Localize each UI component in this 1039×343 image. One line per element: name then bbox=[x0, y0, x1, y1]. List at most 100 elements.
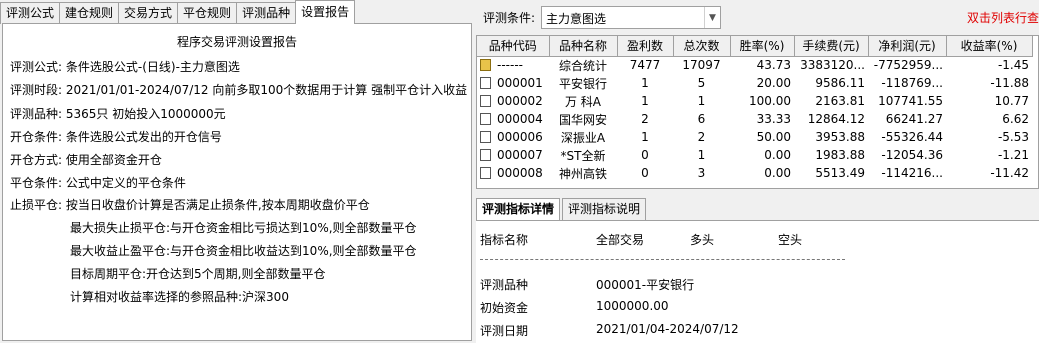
cell-code-text: 000002 bbox=[497, 94, 543, 108]
cell-profit-text: -12054.36 bbox=[881, 148, 943, 162]
cell-win-rate-text: 43.73 bbox=[756, 58, 791, 73]
row-checkbox-icon bbox=[480, 95, 491, 107]
report-line-target-period: 目标周期平仓:开仓达到5个周期,则全部数量平仓 bbox=[70, 267, 326, 281]
cell-fee-text: 9586.11 bbox=[815, 76, 865, 90]
tab-formula[interactable]: 评测公式 bbox=[0, 2, 61, 24]
cell-profit: -118769... bbox=[868, 74, 946, 92]
results-table[interactable]: 品种代码 品种名称 盈利数 总次数 胜率(%) 手续费(元) 净利润(元) 收益… bbox=[476, 35, 1039, 189]
cell-fee: 12864.12 bbox=[794, 110, 868, 128]
app-window: 评测公式 建仓规则 交易方式 平仓规则 评测品种 设置报告 程序交易评测设置报告… bbox=[0, 0, 1039, 343]
cell-win-rate-text: 33.33 bbox=[756, 112, 791, 126]
results-pane: 评测条件: 主力意图选 ▼ 双击列表行查 品种代码 品种名称 盈利数 总次数 胜… bbox=[476, 0, 1039, 343]
date-label: 评测日期 bbox=[480, 324, 529, 338]
cell-wins: 1 bbox=[617, 128, 673, 146]
condition-label: 评测条件: bbox=[483, 11, 536, 25]
cell-profit-text: 66241.27 bbox=[885, 112, 943, 126]
cell-total-text: 3 bbox=[697, 166, 706, 180]
cell-fee: 1983.88 bbox=[794, 146, 868, 164]
tab-varieties[interactable]: 评测品种 bbox=[236, 2, 297, 24]
settings-report: 程序交易评测设置报告 评测公式: 条件选股公式-(日线)-主力意图选 评测时段:… bbox=[2, 23, 472, 341]
table-row[interactable]: 000002 万 科A 1 1 100.00 2163.81 107741.55 10.77 bbox=[477, 92, 1032, 110]
cell-return: 6.62 bbox=[946, 110, 1032, 128]
period-value: 2021/01/01-2024/07/12 向前多取100个数据用于计算 强制平… bbox=[65, 83, 468, 97]
summary-folder-icon bbox=[480, 59, 491, 72]
tab-metric-details[interactable]: 评测指标详情 bbox=[476, 198, 561, 220]
cell-code-text: 000008 bbox=[497, 166, 543, 180]
cell-total-text: 17097 bbox=[682, 58, 721, 73]
cell-wins-text: 1 bbox=[641, 130, 649, 144]
cell-return-text: -5.53 bbox=[997, 130, 1029, 144]
cell-total: 1 bbox=[673, 146, 730, 164]
cell-total: 1 bbox=[673, 92, 730, 110]
header-total[interactable]: 总次数 bbox=[673, 36, 731, 57]
cell-total: 2 bbox=[673, 128, 730, 146]
cell-code: 000001 bbox=[477, 74, 549, 92]
header-profit[interactable]: 净利润(元) bbox=[868, 36, 947, 57]
col-short: 空头 bbox=[778, 233, 803, 247]
cell-wins-text: 7477 bbox=[629, 58, 661, 73]
cell-total-text: 2 bbox=[697, 130, 706, 144]
cell-win-rate-text: 0.00 bbox=[764, 166, 791, 180]
chevron-down-icon[interactable]: ▼ bbox=[704, 7, 720, 28]
cell-wins: 0 bbox=[617, 146, 673, 164]
table-row[interactable]: 000004 国华网安 2 6 33.33 12864.12 66241.27 6.62 bbox=[477, 110, 1032, 128]
cell-return-text: 10.77 bbox=[994, 94, 1029, 108]
condition-select[interactable]: 主力意图选 ▼ bbox=[541, 6, 721, 29]
cell-profit-text: -118769... bbox=[881, 76, 943, 90]
row-checkbox-icon bbox=[480, 149, 491, 161]
cell-name-text: 平安银行 bbox=[558, 76, 607, 91]
cell-win-rate: 43.73 bbox=[730, 56, 794, 74]
header-fee[interactable]: 手续费(元) bbox=[794, 36, 869, 57]
cell-win-rate: 20.00 bbox=[730, 74, 794, 92]
cell-code-text: ------ bbox=[497, 58, 523, 73]
tab-build-rules[interactable]: 建仓规则 bbox=[59, 2, 120, 24]
cell-name-text: *ST全新 bbox=[560, 148, 606, 163]
cell-return: -11.42 bbox=[946, 164, 1032, 182]
cell-return-text: -11.88 bbox=[990, 76, 1029, 90]
report-title: 程序交易评测设置报告 bbox=[176, 35, 297, 49]
cell-total-text: 5 bbox=[697, 76, 706, 90]
cell-profit-text: 107741.55 bbox=[878, 94, 943, 108]
report-line-stoploss: 止损平仓: 按当日收盘价计算是否满足止损条件,按本周期收盘价平仓 bbox=[10, 196, 370, 213]
report-line-formula: 评测公式: 条件选股公式-(日线)-主力意图选 bbox=[10, 58, 240, 75]
table-row[interactable]: 000001 平安银行 1 5 20.00 9586.11 -118769... -11.88 bbox=[477, 74, 1032, 92]
bottom-tab-bar: 评测指标详情 评测指标说明 bbox=[476, 198, 648, 220]
report-line-close-cond: 平仓条件: 公式中定义的平仓条件 bbox=[10, 174, 186, 191]
header-name[interactable]: 品种名称 bbox=[549, 36, 618, 57]
cell-wins-text: 1 bbox=[641, 76, 649, 90]
header-win-rate[interactable]: 胜率(%) bbox=[730, 36, 795, 57]
cell-wins: 0 bbox=[617, 164, 673, 182]
report-line-benchmark: 计算相对收益率选择的参照品种:沪深300 bbox=[70, 290, 289, 304]
cell-fee-text: 5513.49 bbox=[815, 166, 865, 180]
col-metric-name: 指标名称 bbox=[480, 233, 529, 247]
header-return[interactable]: 收益率(%) bbox=[946, 36, 1033, 57]
header-code[interactable]: 品种代码 bbox=[477, 36, 550, 57]
tab-trade-method[interactable]: 交易方式 bbox=[118, 2, 179, 24]
tab-close-rules[interactable]: 平仓规则 bbox=[177, 2, 238, 24]
cell-name-text: 万 科A bbox=[564, 94, 602, 109]
variety-label: 评测品种 bbox=[480, 278, 529, 292]
report-line-open-method: 开仓方式: 使用全部资金开仓 bbox=[10, 151, 162, 168]
cell-win-rate: 0.00 bbox=[730, 164, 794, 182]
capital-label: 初始资金 bbox=[480, 301, 529, 315]
cell-total-text: 1 bbox=[697, 94, 706, 108]
cell-total-text: 1 bbox=[697, 148, 706, 162]
cell-profit: -114216... bbox=[868, 164, 946, 182]
open-method-value: 使用全部资金开仓 bbox=[65, 153, 162, 167]
cell-name: 国华网安 bbox=[549, 110, 617, 128]
cell-return: -11.88 bbox=[946, 74, 1032, 92]
table-row[interactable]: 000008 神州高铁 0 3 0.00 5513.49 -114216... -11.42 bbox=[477, 164, 1032, 182]
tab-metric-notes[interactable]: 评测指标说明 bbox=[562, 198, 647, 220]
table-row[interactable]: 000006 深振业A 1 2 50.00 3953.88 -55326.44 -5.53 bbox=[477, 128, 1032, 146]
formula-label: 评测公式: bbox=[10, 60, 63, 74]
header-wins[interactable]: 盈利数 bbox=[617, 36, 674, 57]
cell-win-rate-text: 20.00 bbox=[756, 76, 791, 90]
tab-settings-report[interactable]: 设置报告 bbox=[295, 0, 356, 24]
cell-wins: 7477 bbox=[617, 56, 673, 74]
table-row[interactable]: 000007 *ST全新 0 1 0.00 1983.88 -12054.36 -1.21 bbox=[477, 146, 1032, 164]
variety-value: 000001-平安银行 bbox=[596, 278, 695, 292]
cell-profit: 107741.55 bbox=[868, 92, 946, 110]
table-row-summary[interactable]: ------ 综合统计 7477 17097 43.73 3383120... -77529… bbox=[477, 56, 1032, 74]
report-line-open-cond: 开仓条件: 条件选股公式发出的开仓信号 bbox=[10, 128, 222, 145]
cell-code: ------ bbox=[477, 56, 549, 74]
